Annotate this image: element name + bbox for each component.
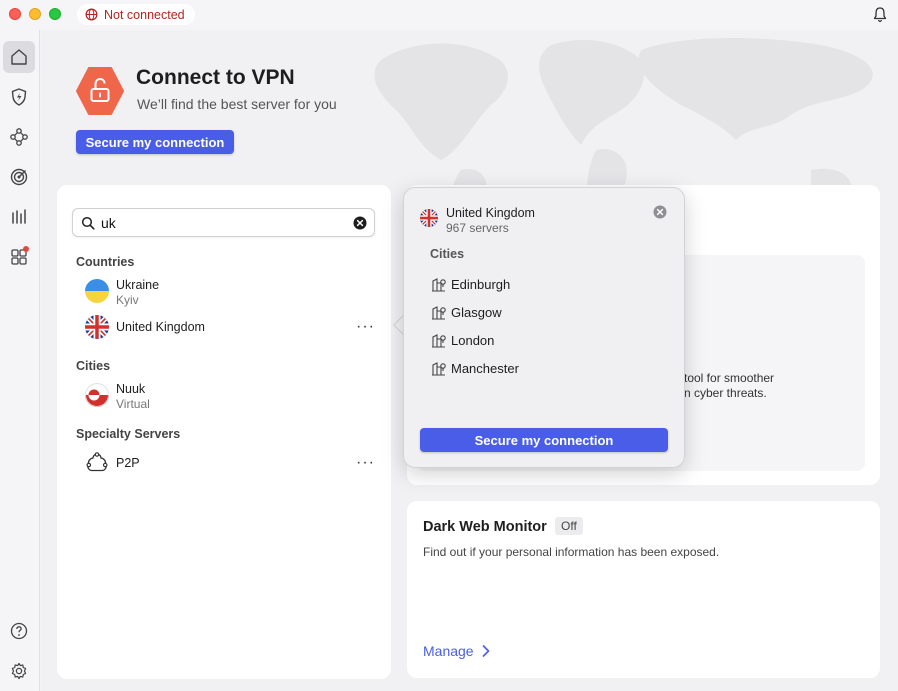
- notification-dot: [23, 246, 29, 252]
- popover-title: United Kingdom: [446, 206, 535, 220]
- home-icon: [11, 49, 27, 65]
- country-popover: United Kingdom 967 servers Cities Edinbu…: [403, 187, 685, 468]
- sidebar-item-apps[interactable]: [3, 241, 35, 273]
- connection-status[interactable]: Not connected: [77, 4, 195, 25]
- city-buildings-icon: [432, 334, 446, 348]
- flag-ukraine-icon: [85, 279, 109, 303]
- p2p-icon: [86, 452, 108, 472]
- manage-link[interactable]: Manage: [423, 643, 490, 659]
- secure-connection-button[interactable]: Secure my connection: [76, 130, 234, 154]
- location-search[interactable]: uk: [72, 208, 375, 237]
- flag-uk-icon: [420, 209, 438, 227]
- sidebar-item-network[interactable]: [3, 121, 35, 153]
- city-name: Glasgow: [451, 305, 502, 320]
- status-badge: Off: [555, 517, 583, 535]
- sidebar: [0, 30, 40, 691]
- specialty-name: P2P: [116, 456, 140, 470]
- section-cities: Cities: [76, 359, 111, 373]
- city-buildings-icon: [432, 278, 446, 292]
- minimize-window-button[interactable]: [29, 8, 41, 20]
- city-item-glasgow[interactable]: Glasgow: [431, 300, 502, 320]
- city-row-nuuk[interactable]: Nuuk Virtual: [85, 378, 375, 412]
- sidebar-item-home[interactable]: [3, 41, 35, 73]
- title-bar: Not connected: [0, 0, 898, 30]
- more-options-button[interactable]: ···: [356, 454, 375, 472]
- clear-search-icon[interactable]: [353, 216, 367, 230]
- bar-stats-icon: [12, 209, 26, 224]
- search-icon: [81, 216, 95, 230]
- sidebar-item-protection[interactable]: [3, 81, 35, 113]
- connection-status-label: Not connected: [104, 7, 185, 22]
- city-item-edinburgh[interactable]: Edinburgh: [431, 272, 510, 292]
- sidebar-item-settings[interactable]: [3, 655, 35, 687]
- section-specialty: Specialty Servers: [76, 427, 181, 441]
- popover-cities-label: Cities: [430, 247, 465, 261]
- sidebar-item-stats[interactable]: [3, 201, 35, 233]
- sidebar-item-target[interactable]: [3, 161, 35, 193]
- city-name: Nuuk: [116, 382, 146, 396]
- gear-icon: [11, 662, 27, 680]
- flag-uk-icon: [85, 315, 109, 339]
- city-buildings-icon: [432, 306, 446, 320]
- zoom-window-button[interactable]: [49, 8, 61, 20]
- country-row-united-kingdom[interactable]: United Kingdom ···: [85, 310, 375, 344]
- city-name: Edinburgh: [451, 277, 511, 292]
- close-window-button[interactable]: [9, 8, 21, 20]
- globe-icon: [85, 8, 98, 21]
- search-input[interactable]: uk: [101, 215, 116, 231]
- sidebar-item-help[interactable]: [3, 615, 35, 647]
- feature-text-line1: tool for smoother: [684, 371, 775, 385]
- more-options-button[interactable]: ···: [356, 318, 375, 336]
- page-subtitle: We’ll find the best server for you: [137, 96, 337, 112]
- location-panel: uk Countries Ukraine Kyiv United Kingdom…: [57, 185, 391, 679]
- city-item-london[interactable]: London: [431, 328, 494, 348]
- dark-web-monitor-description: Find out if your personal information ha…: [423, 545, 720, 559]
- page-title: Connect to VPN: [136, 66, 295, 89]
- city-sub: Virtual: [116, 397, 150, 411]
- popover-server-count: 967 servers: [446, 221, 509, 235]
- dark-web-monitor-title: Dark Web Monitor: [423, 519, 547, 535]
- unlocked-warning-icon: [76, 67, 124, 115]
- country-city: Kyiv: [116, 293, 139, 307]
- target-icon: [10, 168, 28, 186]
- city-name: Manchester: [451, 361, 519, 376]
- country-name: Ukraine: [116, 278, 160, 292]
- shield-bolt-icon: [11, 88, 27, 106]
- country-row-ukraine[interactable]: Ukraine Kyiv: [85, 274, 375, 308]
- city-item-manchester[interactable]: Manchester: [431, 356, 519, 376]
- dark-web-monitor-card: Dark Web Monitor Off Find out if your pe…: [407, 501, 880, 678]
- network-icon: [10, 128, 28, 146]
- bell-icon[interactable]: [872, 6, 888, 23]
- flag-greenland-icon: [85, 383, 109, 407]
- popover-secure-connection-button[interactable]: Secure my connection: [420, 428, 668, 452]
- feature-text-line2: n cyber threats.: [684, 386, 767, 400]
- close-icon[interactable]: [653, 205, 667, 219]
- country-name: United Kingdom: [116, 320, 205, 334]
- section-countries: Countries: [76, 255, 135, 269]
- city-buildings-icon: [432, 362, 446, 376]
- specialty-row-p2p[interactable]: P2P ···: [85, 446, 375, 480]
- city-name: London: [451, 333, 495, 348]
- help-icon: [10, 622, 28, 640]
- chevron-right-icon: [482, 645, 489, 657]
- manage-label: Manage: [423, 643, 474, 659]
